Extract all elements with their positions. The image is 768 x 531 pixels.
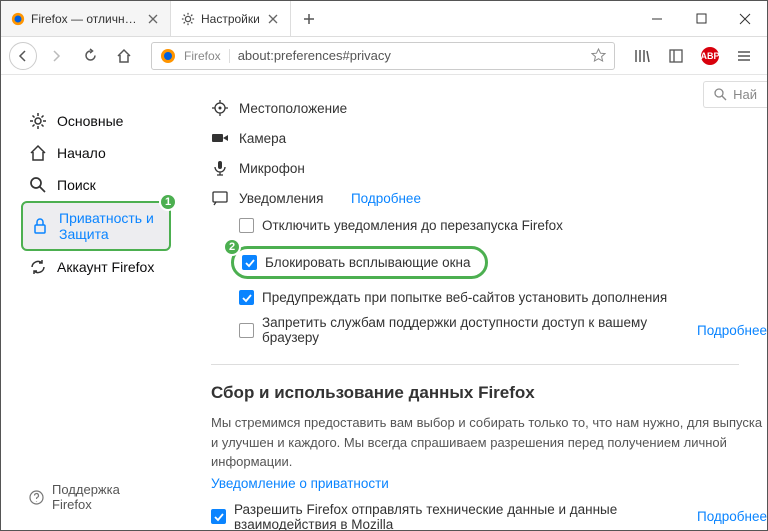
perm-camera: Камера [211,123,767,153]
perm-label: Камера [239,131,286,146]
tab-firefox-welcome[interactable]: Firefox — отличный браузер д [1,1,171,36]
checkbox-disable-notifications[interactable]: Отключить уведомления до перезапуска Fir… [211,213,767,238]
sidebar-item-privacy[interactable]: Приватность и Защита 1 [21,201,171,251]
divider [211,364,739,365]
home-icon [29,144,47,162]
settings-main: Местоположение Камера Микрофон Уведомлен… [181,75,767,530]
tab-title: Firefox — отличный браузер д [31,12,140,26]
forward-button[interactable] [41,41,71,71]
url-bar[interactable]: Firefox about:preferences#privacy [151,42,615,70]
checkbox[interactable] [239,218,254,233]
sidebar-support[interactable]: Поддержка Firefox [21,474,171,520]
lock-icon [31,217,49,235]
bookmark-star-icon[interactable] [591,48,606,63]
home-button[interactable] [109,41,139,71]
checkbox-label: Блокировать всплывающие окна [265,255,471,270]
close-window-button[interactable] [723,1,767,36]
back-button[interactable] [9,42,37,70]
checkbox-allow-telemetry[interactable]: Разрешить Firefox отправлять технические… [211,497,767,531]
menu-button[interactable] [729,41,759,71]
toolbar: Firefox about:preferences#privacy ABP [1,37,767,75]
abp-icon: ABP [701,47,719,65]
sidebar-item-home[interactable]: Начало [21,137,171,169]
tab-title: Настройки [201,12,260,26]
learn-more-link[interactable]: Подробнее [697,509,767,524]
checkbox-label: Предупреждать при попытке веб-сайтов уст… [262,290,667,305]
abp-button[interactable]: ABP [695,41,725,71]
library-button[interactable] [627,41,657,71]
sync-icon [29,258,47,276]
close-icon[interactable] [266,12,280,26]
perm-label: Местоположение [239,101,347,116]
privacy-notice-link[interactable]: Уведомление о приватности [211,476,767,491]
sidebar-item-label: Начало [57,145,106,161]
sidebar-item-search[interactable]: Поиск [21,169,171,201]
checkbox[interactable] [242,255,257,270]
close-icon[interactable] [146,12,160,26]
perm-label: Уведомления [239,191,323,206]
checkbox-label: Запретить службам поддержки доступности … [262,315,673,345]
checkbox[interactable] [239,323,254,338]
settings-sidebar: Основные Начало Поиск Приватность и Защи… [1,75,181,530]
sidebar-item-label: Поиск [57,177,96,193]
learn-more-link[interactable]: Подробнее [351,191,421,206]
checkbox-label: Отключить уведомления до перезапуска Fir… [262,218,563,233]
section-text: Мы стремимся предоставить вам выбор и со… [211,413,767,472]
perm-microphone: Микрофон [211,153,767,183]
perm-location: Местоположение [211,93,767,123]
perm-label: Микрофон [239,161,305,176]
sidebar-item-label: Аккаунт Firefox [57,259,154,275]
checkbox[interactable] [211,509,226,524]
checkbox[interactable] [239,290,254,305]
url-text: about:preferences#privacy [238,48,583,63]
sidebar-item-account[interactable]: Аккаунт Firefox [21,251,171,283]
checkbox-warn-addons[interactable]: Предупреждать при попытке веб-сайтов уст… [211,285,767,310]
gear-icon [29,112,47,130]
sidebar-item-general[interactable]: Основные [21,105,171,137]
perm-notifications: Уведомления Подробнее [211,183,767,213]
tab-settings[interactable]: Настройки [171,1,291,36]
microphone-icon [211,159,229,177]
checkbox-block-a11y[interactable]: Запретить службам поддержки доступности … [211,310,767,350]
learn-more-link[interactable]: Подробнее [697,323,767,338]
search-settings[interactable]: Най [703,81,767,108]
titlebar: Firefox — отличный браузер д Настройки [1,1,767,37]
firefox-icon [160,48,176,64]
sidebar-button[interactable] [661,41,691,71]
annotation-badge-1: 1 [159,193,177,211]
location-icon [211,99,229,117]
gear-icon [181,12,195,26]
sidebar-item-label: Приватность и Защита [59,210,161,242]
new-tab-button[interactable] [291,1,327,36]
search-icon [29,176,47,194]
sidebar-item-label: Основные [57,113,123,129]
url-prefix: Firefox [184,49,230,63]
camera-icon [211,129,229,147]
reload-button[interactable] [75,41,105,71]
search-placeholder: Най [733,87,757,102]
minimize-button[interactable] [635,1,679,36]
support-label: Поддержка Firefox [52,482,163,512]
window-controls [635,1,767,36]
firefox-icon [11,12,25,26]
annotation-badge-2: 2 [223,238,241,256]
notification-icon [211,189,229,207]
checkbox-block-popups[interactable]: 2 Блокировать всплывающие окна [231,246,488,279]
section-title-data: Сбор и использование данных Firefox [211,383,767,403]
help-icon [29,490,44,505]
maximize-button[interactable] [679,1,723,36]
search-icon [714,88,727,101]
checkbox-label: Разрешить Firefox отправлять технические… [234,502,673,531]
